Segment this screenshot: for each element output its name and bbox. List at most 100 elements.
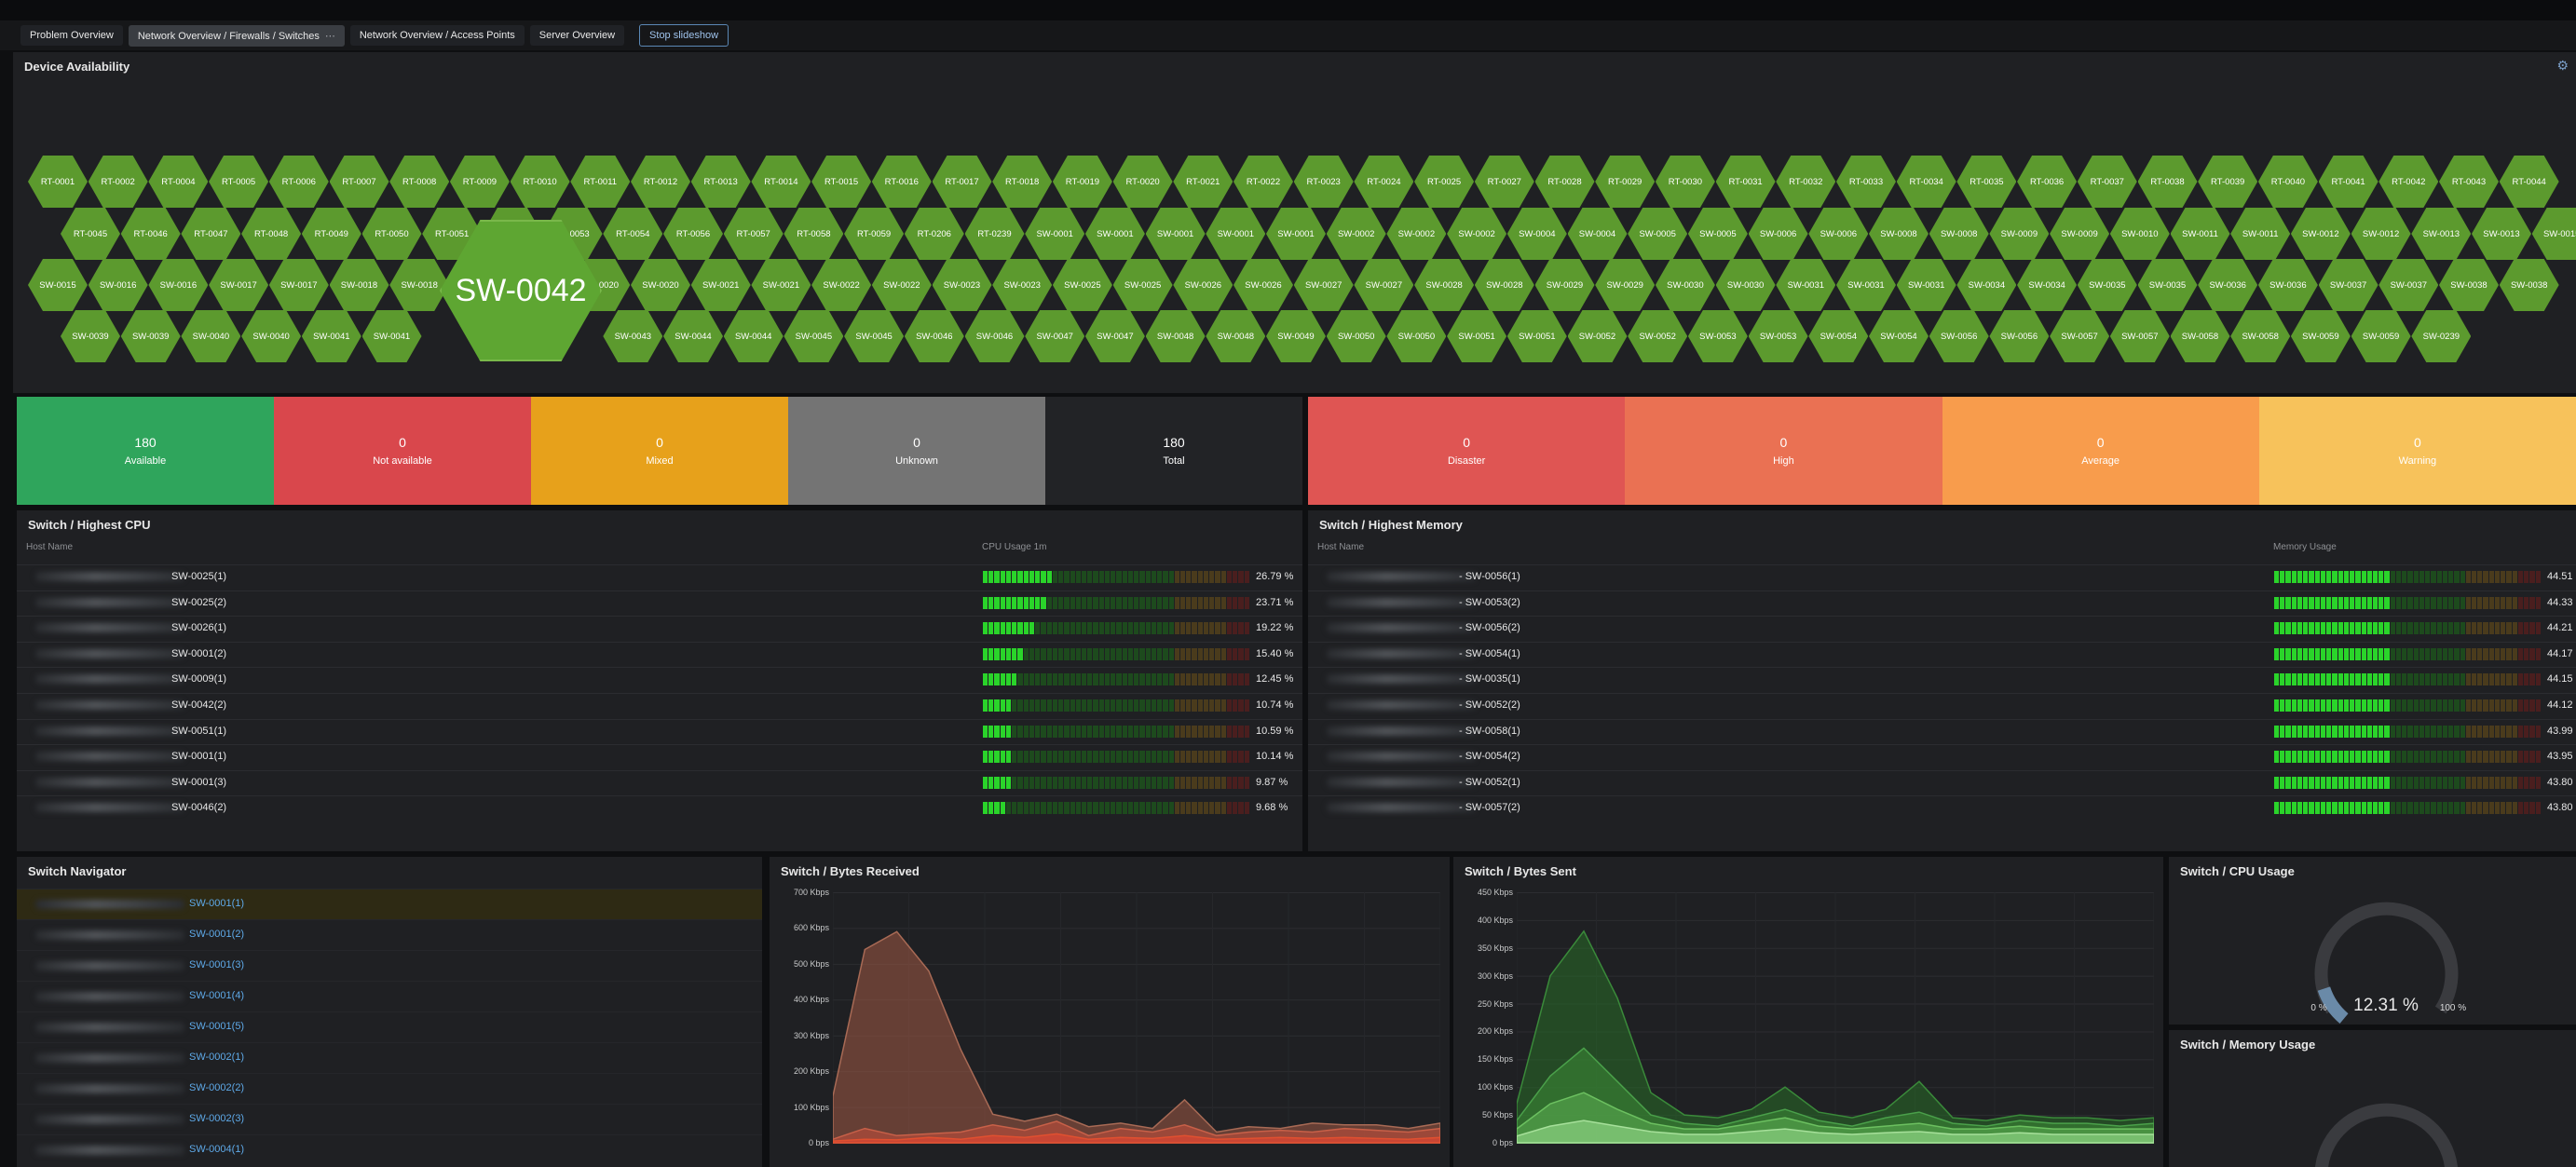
hex-sw-0046[interactable]: SW-0046 <box>904 310 964 362</box>
hex-sw-0008[interactable]: SW-0008 <box>1929 208 1989 260</box>
host-name[interactable]: - SW-0052(2) <box>1459 699 1520 711</box>
navigator-item[interactable]: SW-0001(2) <box>17 919 762 951</box>
host-name[interactable]: SW-0009(1) <box>171 673 226 685</box>
hex-sw-0029[interactable]: SW-0029 <box>1534 259 1595 311</box>
hex-sw-0044[interactable]: SW-0044 <box>723 310 784 362</box>
hex-rt-0049[interactable]: RT-0049 <box>301 208 361 260</box>
hex-rt-0031[interactable]: RT-0031 <box>1715 156 1776 208</box>
hex-rt-0036[interactable]: RT-0036 <box>2017 156 2078 208</box>
hex-rt-0024[interactable]: RT-0024 <box>1354 156 1414 208</box>
navigator-link[interactable]: SW-0001(4) <box>189 990 244 1001</box>
hex-sw-0040[interactable]: SW-0040 <box>181 310 241 362</box>
navigator-link[interactable]: SW-0001(1) <box>189 898 244 909</box>
hex-rt-0028[interactable]: RT-0028 <box>1534 156 1595 208</box>
status-tile-high[interactable]: 0 High <box>1625 397 1942 505</box>
hex-sw-0025[interactable]: SW-0025 <box>1112 259 1173 311</box>
hex-sw-0027[interactable]: SW-0027 <box>1293 259 1354 311</box>
gear-icon[interactable]: ⚙ <box>2556 58 2569 74</box>
host-name[interactable]: SW-0001(1) <box>171 751 226 762</box>
host-name[interactable]: SW-0025(1) <box>171 571 226 582</box>
table-row[interactable]: SW-0009(1) 12.45 % <box>17 667 1302 692</box>
hex-sw-0001[interactable]: SW-0001 <box>1025 208 1085 260</box>
hex-rt-0001[interactable]: RT-0001 <box>28 156 88 208</box>
hex-rt-0027[interactable]: RT-0027 <box>1474 156 1534 208</box>
navigator-link[interactable]: SW-0001(5) <box>189 1021 244 1032</box>
table-row[interactable]: SW-0001(2) 15.40 % <box>17 641 1302 667</box>
table-row[interactable]: SW-0046(2) 9.68 % <box>17 795 1302 821</box>
hex-rt-0018[interactable]: RT-0018 <box>992 156 1053 208</box>
status-tile-warning[interactable]: 0 Warning <box>2258 397 2576 505</box>
table-row[interactable]: SW-0025(2) 23.71 % <box>17 590 1302 616</box>
hex-sw-0011[interactable]: SW-0011 <box>2170 208 2230 260</box>
hex-sw-0036[interactable]: SW-0036 <box>2257 259 2318 311</box>
hex-rt-0033[interactable]: RT-0033 <box>1836 156 1896 208</box>
status-tile-disaster[interactable]: 0 Disaster <box>1308 397 1626 505</box>
hex-sw-0021[interactable]: SW-0021 <box>751 259 811 311</box>
tab-server-overview[interactable]: Server Overview <box>529 25 625 46</box>
hex-rt-0035[interactable]: RT-0035 <box>1956 156 2017 208</box>
hex-sw-0058[interactable]: SW-0058 <box>2170 310 2230 362</box>
hex-rt-0057[interactable]: RT-0057 <box>723 208 784 260</box>
hex-sw-0016[interactable]: SW-0016 <box>88 259 148 311</box>
hex-sw-0038[interactable]: SW-0038 <box>2499 259 2559 311</box>
hex-sw-0054[interactable]: SW-0054 <box>1808 310 1869 362</box>
hex-rt-0017[interactable]: RT-0017 <box>932 156 992 208</box>
hex-rt-0019[interactable]: RT-0019 <box>1052 156 1112 208</box>
hex-sw-0053[interactable]: SW-0053 <box>1748 310 1808 362</box>
hex-rt-0002[interactable]: RT-0002 <box>88 156 148 208</box>
hex-sw-0031[interactable]: SW-0031 <box>1836 259 1896 311</box>
table-row[interactable]: - SW-0057(2) 43.80 <box>1308 795 2576 821</box>
hex-sw-0041[interactable]: SW-0041 <box>361 310 422 362</box>
hex-sw-0056[interactable]: SW-0056 <box>1989 310 2050 362</box>
hex-rt-0030[interactable]: RT-0030 <box>1655 156 1715 208</box>
hex-sw-0050[interactable]: SW-0050 <box>1326 310 1386 362</box>
hex-sw-0004[interactable]: SW-0004 <box>1506 208 1567 260</box>
hex-sw-0023[interactable]: SW-0023 <box>932 259 992 311</box>
table-row[interactable]: - SW-0035(1) 44.15 <box>1308 667 2576 692</box>
hex-sw-0034[interactable]: SW-0034 <box>1956 259 2017 311</box>
hex-sw-0009[interactable]: SW-0009 <box>2050 208 2110 260</box>
hex-sw-0026[interactable]: SW-0026 <box>1233 259 1293 311</box>
hex-rt-0007[interactable]: RT-0007 <box>329 156 389 208</box>
navigator-item[interactable]: SW-0002(1) <box>17 1042 762 1074</box>
hex-sw-0049[interactable]: SW-0049 <box>1266 310 1326 362</box>
hex-sw-0011[interactable]: SW-0011 <box>2230 208 2291 260</box>
hex-sw-0040[interactable]: SW-0040 <box>241 310 302 362</box>
hex-rt-0034[interactable]: RT-0034 <box>1896 156 1956 208</box>
hex-rt-0054[interactable]: RT-0054 <box>603 208 663 260</box>
hex-sw-0006[interactable]: SW-0006 <box>1808 208 1869 260</box>
hex-sw-0018[interactable]: SW-0018 <box>389 259 450 311</box>
hex-rt-0040[interactable]: RT-0040 <box>2257 156 2318 208</box>
hex-sw-0001[interactable]: SW-0001 <box>1084 208 1145 260</box>
host-name[interactable]: - SW-0056(2) <box>1459 622 1520 633</box>
table-row[interactable]: SW-0001(3) 9.87 % <box>17 769 1302 795</box>
status-tile-unknown[interactable]: 0 Unknown <box>788 397 1045 505</box>
hex-sw-0016[interactable]: SW-0016 <box>148 259 209 311</box>
host-name[interactable]: SW-0046(2) <box>171 802 226 813</box>
hex-sw-0001[interactable]: SW-0001 <box>1266 208 1326 260</box>
table-row[interactable]: - SW-0054(1) 44.17 <box>1308 641 2576 667</box>
status-tile-not-available[interactable]: 0 Not available <box>274 397 531 505</box>
hex-sw-0045[interactable]: SW-0045 <box>844 310 905 362</box>
navigator-item[interactable]: SW-0002(3) <box>17 1104 762 1135</box>
hex-rt-0032[interactable]: RT-0032 <box>1776 156 1836 208</box>
hex-sw-0046[interactable]: SW-0046 <box>964 310 1025 362</box>
hex-sw-0041[interactable]: SW-0041 <box>301 310 361 362</box>
hex-sw-0054[interactable]: SW-0054 <box>1869 310 1929 362</box>
hex-sw-0027[interactable]: SW-0027 <box>1354 259 1414 311</box>
navigator-link[interactable]: SW-0002(3) <box>189 1113 244 1124</box>
navigator-item[interactable]: SW-0001(5) <box>17 1011 762 1043</box>
navigator-item[interactable]: SW-0002(2) <box>17 1073 762 1105</box>
hex-rt-0022[interactable]: RT-0022 <box>1233 156 1293 208</box>
hex-rt-0010[interactable]: RT-0010 <box>510 156 570 208</box>
hex-rt-0013[interactable]: RT-0013 <box>690 156 751 208</box>
tab-menu-icon[interactable]: ⋯ <box>325 31 335 42</box>
hex-sw-0052[interactable]: SW-0052 <box>1567 310 1628 362</box>
hex-sw-0030[interactable]: SW-0030 <box>1655 259 1715 311</box>
hex-rt-0206[interactable]: RT-0206 <box>904 208 964 260</box>
hex-sw-0018[interactable]: SW-0018 <box>329 259 389 311</box>
hex-sw-0005[interactable]: SW-0005 <box>1628 208 1688 260</box>
hex-sw-0004[interactable]: SW-0004 <box>1567 208 1628 260</box>
host-name[interactable]: - SW-0035(1) <box>1459 673 1520 685</box>
hex-sw-0038[interactable]: SW-0038 <box>2439 259 2499 311</box>
